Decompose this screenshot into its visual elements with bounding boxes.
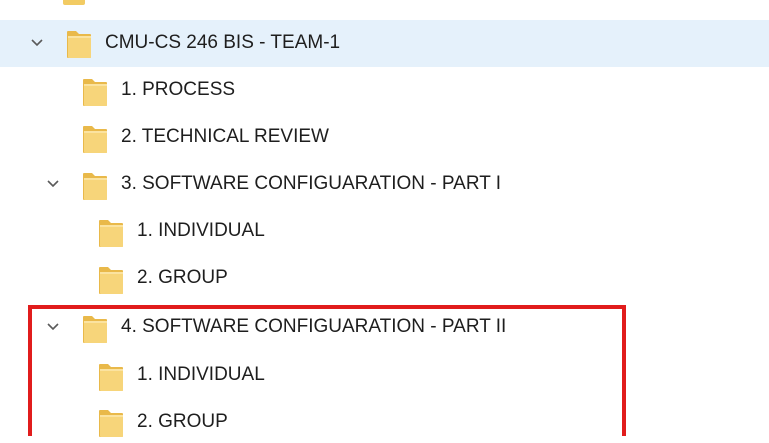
folder-icon <box>82 312 108 344</box>
folder-icon <box>98 216 124 248</box>
chevron-down-icon[interactable] <box>29 35 45 51</box>
tree-item-individual[interactable]: 1. INDIVIDUAL <box>0 208 769 255</box>
tree-item-label: 3. SOFTWARE CONFIGUARATION - PART I <box>121 173 502 194</box>
folder-icon <box>98 263 124 295</box>
tree-item-label: 4. SOFTWARE CONFIGUARATION - PART II <box>121 316 507 337</box>
tree-item-individual[interactable]: 1. INDIVIDUAL <box>0 352 769 399</box>
folder-icon <box>66 27 92 59</box>
tree-item-label: 2. GROUP <box>137 411 228 432</box>
folder-icon <box>98 406 124 438</box>
tree-item-group[interactable]: 2. GROUP <box>0 255 769 302</box>
tree-item-software-config-part-1[interactable]: 3. SOFTWARE CONFIGUARATION - PART I <box>0 161 769 208</box>
tree-item-label: 1. INDIVIDUAL <box>137 220 265 241</box>
folder-icon <box>98 360 124 392</box>
tree-item-root[interactable]: CMU-CS 246 BIS - TEAM-1 <box>0 20 769 67</box>
folder-icon <box>82 122 108 154</box>
tree-item-group[interactable]: 2. GROUP <box>0 398 769 436</box>
tree-item-process[interactable]: 1. PROCESS <box>0 67 769 114</box>
folder-icon <box>82 75 108 107</box>
chevron-down-icon[interactable] <box>45 319 61 335</box>
tree-item-label: 2. GROUP <box>137 267 228 288</box>
tree-item-label: 1. INDIVIDUAL <box>137 364 265 385</box>
chevron-down-icon[interactable] <box>45 176 61 192</box>
tree-item-label: 1. PROCESS <box>121 79 236 100</box>
tree-item-label: 2. TECHNICAL REVIEW <box>121 126 329 147</box>
tree-item-technical-review[interactable]: 2. TECHNICAL REVIEW <box>0 114 769 161</box>
folder-icon <box>63 0 85 5</box>
folder-tree: CMU-CS 246 BIS - TEAM-1 1. PROCESS 2. TE… <box>0 0 769 436</box>
folder-icon <box>82 169 108 201</box>
tree-item-label: CMU-CS 246 BIS - TEAM-1 <box>105 32 341 53</box>
tree-item-software-config-part-2[interactable]: 4. SOFTWARE CONFIGUARATION - PART II <box>0 304 769 351</box>
